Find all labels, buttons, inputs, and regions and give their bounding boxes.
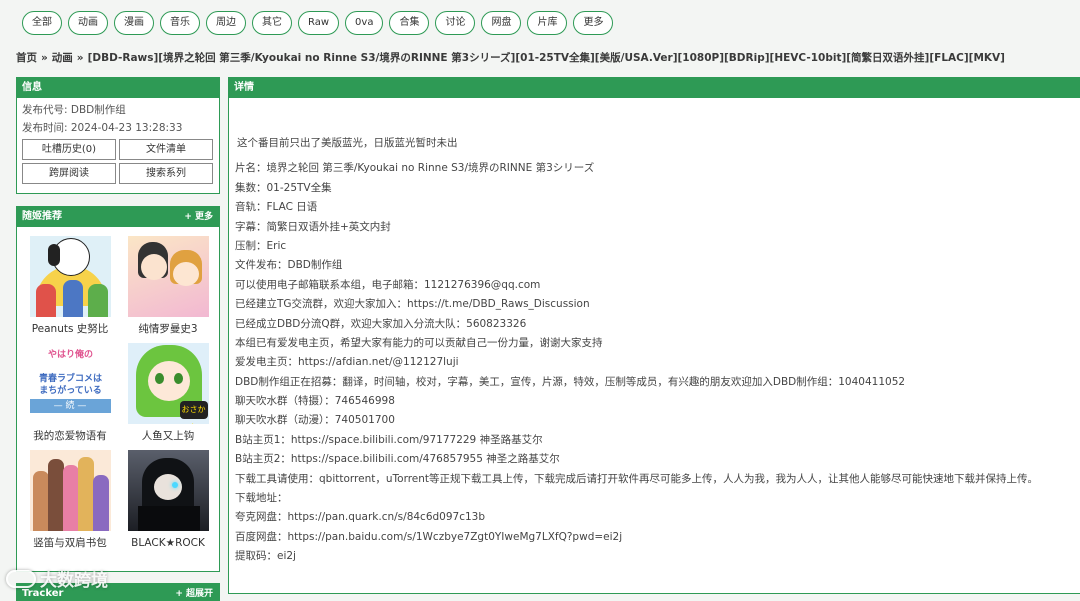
recommend-item-title[interactable]: 人鱼又上钩	[120, 424, 216, 446]
breadcrumb: 首页» 动画» [DBD-Raws][境界之轮回 第三季/Kyoukai no Ri…	[16, 50, 1080, 65]
junjou-cover-image[interactable]	[127, 236, 209, 317]
recommend-item-title[interactable]: 纯情罗曼史3	[120, 317, 216, 339]
detail-line-chat-anime: 聊天吹水群（动漫）：740501700	[235, 414, 395, 427]
nav-library[interactable]: 片库	[527, 11, 568, 35]
info-header: 信息	[17, 78, 219, 98]
detail-line-telegram: 已经建立TG交流群，欢迎大家加入：https://t.me/DBD_Raws_D…	[235, 298, 590, 311]
recommend-item-title[interactable]: BLACK★ROCK	[120, 531, 216, 553]
recommend-item[interactable]: おさかな 人鱼又上钩	[120, 343, 216, 446]
nav-anime[interactable]: 动画	[68, 11, 108, 35]
recorder-cover-image[interactable]	[29, 450, 111, 531]
snoopy-cover-image[interactable]	[29, 236, 111, 317]
detail-line-download-tools: 下载工具请使用：qbittorrent，uTorrent等正规下载工具上传，下载…	[235, 472, 1039, 485]
breadcrumb-separator: »	[41, 52, 48, 64]
detail-line-episodes: 集数：01-25TV全集	[235, 181, 332, 194]
detail-line-title: 片名：境界之轮回 第三季/Kyoukai no Rinne S3/境界のRINN…	[235, 162, 595, 175]
info-header-title: 信息	[22, 82, 42, 93]
nav-raw[interactable]: Raw	[298, 11, 340, 35]
detail-line-chat-tokusatsu: 聊天吹水群（特摄）：746546998	[235, 395, 395, 408]
recommend-panel: 随姬推荐 + 更多 Peanuts 史努比 纯情罗曼史3 やはり俺の 青春ラブコ…	[16, 206, 220, 572]
nav-merch[interactable]: 周边	[206, 11, 246, 35]
nav-netdisk[interactable]: 网盘	[481, 11, 522, 35]
detail-header-title: 详情	[234, 82, 254, 93]
detail-line-afdian-link: 爱发电主页：https://afdian.net/@112127luji	[235, 356, 459, 369]
detail-line-encoder: 压制：Eric	[235, 239, 287, 252]
breadcrumb-separator: »	[76, 52, 84, 64]
brs-cover-image[interactable]	[127, 450, 209, 531]
nav-more[interactable]: 更多	[573, 11, 614, 35]
detail-panel: 详情 这个番目前只出了美版蓝光，日版蓝光暂时未出 片名：境界之轮回 第三季/Ky…	[228, 77, 1080, 594]
detail-line-download-heading: 下载地址：	[235, 492, 288, 505]
watermark-text: 大数跨境	[40, 571, 108, 591]
detail-header: 详情	[229, 78, 1080, 98]
comment-history-button[interactable]: 吐槽历史(0)	[22, 139, 116, 160]
nav-ova[interactable]: 0va	[345, 11, 384, 35]
detail-line-email: 可以使用电子邮箱联系本组，电子邮箱：1121276396@qq.com	[235, 278, 541, 291]
breadcrumb-category[interactable]: 动画	[52, 52, 73, 64]
publisher-line: 发布代号: DBD制作组	[22, 104, 126, 116]
detail-line-bilibili-2: B站主页2：https://space.bilibili.com/4768579…	[235, 453, 560, 466]
publish-time-line: 发布时间: 2024-04-23 13:28:33	[22, 122, 183, 134]
detail-notice: 这个番目前只出了美版蓝光，日版蓝光暂时未出	[237, 137, 458, 149]
cover-text: 青春ラブコメは まちがっている	[38, 374, 102, 396]
info-panel: 信息 发布代号: DBD制作组 发布时间: 2024-04-23 13:28:3…	[16, 77, 220, 194]
recommend-item[interactable]: 竖笛与双肩书包	[22, 450, 118, 553]
breadcrumb-title: [DBD-Raws][境界之轮回 第三季/Kyoukai no Rinne S3…	[87, 52, 1005, 64]
recommend-item-title[interactable]: Peanuts 史努比	[22, 317, 118, 339]
nav-music[interactable]: 音乐	[160, 11, 200, 35]
nav-all[interactable]: 全部	[22, 11, 62, 35]
mermaid-cover-image[interactable]: おさかな	[127, 343, 209, 424]
cross-screen-read-button[interactable]: 跨屏阅读	[22, 163, 116, 184]
detail-line-afdian-intro: 本组已有爱发电主页，希望大家有能力的可以贡献自己一份力量，谢谢大家支持	[235, 336, 603, 349]
detail-line-quark: 夸克网盘：https://pan.quark.cn/s/84c6d097c13b	[235, 511, 486, 524]
file-list-button[interactable]: 文件清单	[119, 139, 213, 160]
cover-text: やはり俺の	[47, 350, 93, 360]
detail-line-publisher: 文件发布：DBD制作组	[235, 259, 343, 272]
cover-logo: おさかな	[179, 401, 208, 424]
detail-line-extract-code: 提取码：ei2j	[235, 550, 296, 563]
recommend-more-link[interactable]: + 更多	[184, 207, 213, 227]
nav-discussion[interactable]: 讨论	[435, 11, 476, 35]
detail-line-subtitles: 字幕：简繁日双语外挂+英文内封	[235, 220, 391, 233]
recommend-item[interactable]: やはり俺の 青春ラブコメは まちがっている — 続 — 我的恋爱物语有	[22, 343, 118, 446]
recommend-header: 随姬推荐 + 更多	[17, 207, 219, 227]
recommend-item[interactable]: Peanuts 史努比	[22, 236, 118, 339]
recommend-item[interactable]: 纯情罗曼史3	[120, 236, 216, 339]
oregairu-cover-image[interactable]: やはり俺の 青春ラブコメは まちがっている — 続 —	[29, 343, 111, 424]
recommend-item-title[interactable]: 竖笛与双肩书包	[22, 531, 118, 553]
breadcrumb-home[interactable]: 首页	[16, 52, 37, 64]
detail-line-baidu: 百度网盘：https://pan.baidu.com/s/1Wczbye7Zgt…	[235, 530, 623, 543]
nav-collection[interactable]: 合集	[389, 11, 430, 35]
watermark: 大数跨境	[6, 566, 108, 591]
detail-line-bilibili-1: B站主页1：https://space.bilibili.com/9717722…	[235, 433, 543, 446]
info-actions: 吐槽历史(0) 文件清单 跨屏阅读 搜索系列	[17, 134, 219, 184]
detail-body: 这个番目前只出了美版蓝光，日版蓝光暂时未出 片名：境界之轮回 第三季/Kyouk…	[229, 134, 1080, 567]
recommend-item-title[interactable]: 我的恋爱物语有	[22, 424, 118, 446]
detail-line-recruit: DBD制作组正在招募：翻译，时间轴，校对，字幕，美工，宣传，片源，特效，压制等成…	[235, 375, 906, 388]
watermark-logo-icon	[6, 569, 36, 588]
nav-manga[interactable]: 漫画	[114, 11, 154, 35]
detail-line-qq-group: 已经成立DBD分流Q群，欢迎大家加入分流大队：560823326	[235, 317, 527, 330]
recommend-header-title: 随姬推荐	[22, 211, 62, 222]
category-nav: 全部 动画 漫画 音乐 周边 其它 Raw 0va 合集 讨论 网盘 片库 更多	[22, 11, 614, 35]
cover-band: — 続 —	[29, 399, 111, 413]
nav-other[interactable]: 其它	[252, 11, 292, 35]
recommend-item[interactable]: BLACK★ROCK	[120, 450, 216, 553]
detail-line-audio: 音轨：FLAC 日语	[235, 201, 318, 214]
tracker-expand-link[interactable]: + 超展开	[175, 584, 213, 601]
search-series-button[interactable]: 搜索系列	[119, 163, 213, 184]
recommend-grid: Peanuts 史努比 纯情罗曼史3 やはり俺の 青春ラブコメは まちがっている…	[17, 227, 219, 553]
